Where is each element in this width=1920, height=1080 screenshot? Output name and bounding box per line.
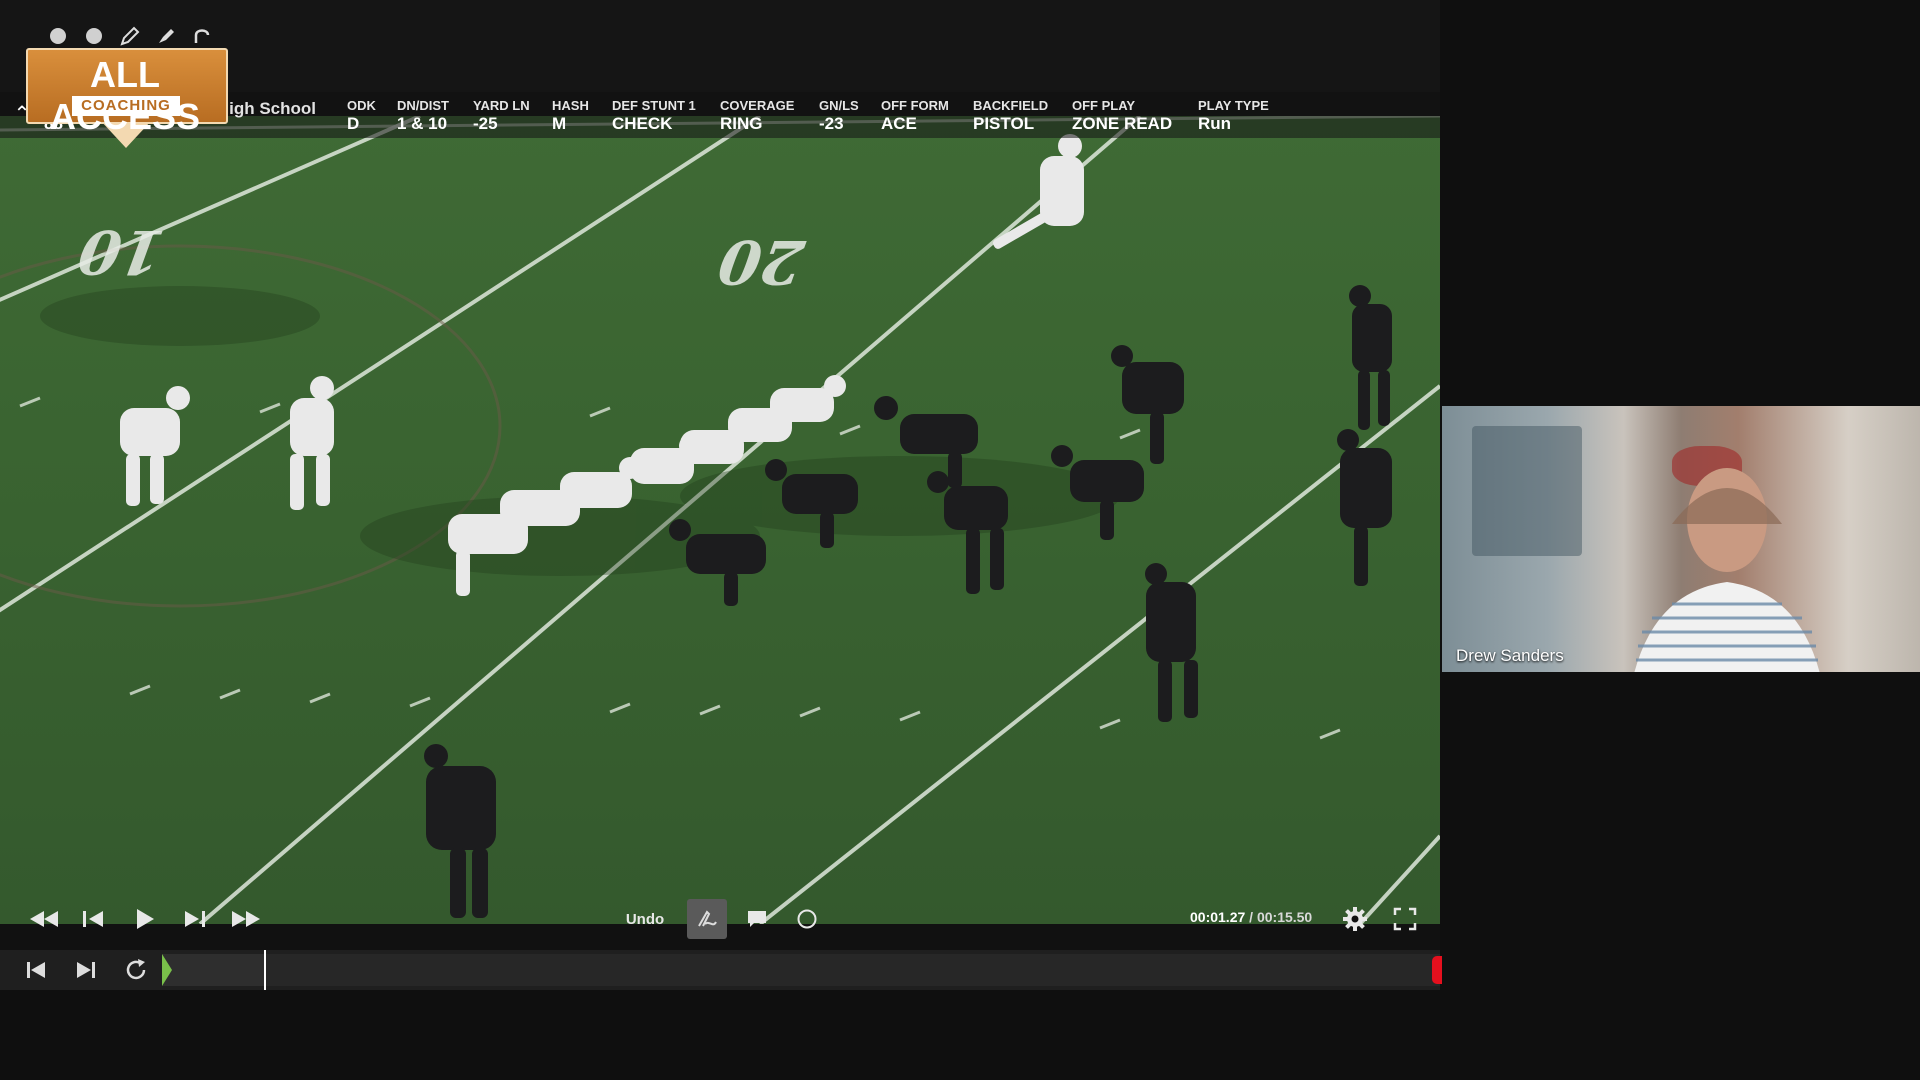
annotation-toolbar xyxy=(46,24,214,48)
play-info-header: ODK xyxy=(347,98,376,113)
fullscreen-icon[interactable] xyxy=(1390,904,1420,934)
play-info-value: M xyxy=(552,114,567,133)
play-info-header: BACKFIELD xyxy=(973,98,1049,113)
play-info-value: ZONE READ xyxy=(1072,114,1173,133)
play-info-col-gn-ls: GN/LS -23 xyxy=(819,98,859,134)
webcam-person xyxy=(1634,468,1820,672)
skip-to-start-icon[interactable] xyxy=(22,956,50,984)
gear-icon[interactable] xyxy=(1340,904,1370,934)
play-info-col-play-type: PLAY TYPE Run xyxy=(1198,98,1269,134)
timeline-start-marker[interactable] xyxy=(162,954,172,986)
logo-subtitle: COACHING xyxy=(72,96,180,116)
lasso-icon[interactable] xyxy=(190,24,214,48)
play-info-header: OFF FORM xyxy=(881,98,949,113)
play-info-col-def-stunt: DEF STUNT 1 CHECK xyxy=(612,98,696,134)
play-info-col-off-play: OFF PLAY ZONE READ xyxy=(1072,98,1172,134)
fast-forward-icon[interactable] xyxy=(228,904,264,934)
timeline-playhead[interactable] xyxy=(264,950,266,990)
time-display: 00:01.27 / 00:15.50 xyxy=(1190,909,1312,925)
play-info-value: ACE xyxy=(881,114,917,133)
play-info-header: OFF PLAY xyxy=(1072,98,1136,113)
time-separator: / xyxy=(1245,909,1257,925)
timeline-clip-segment[interactable] xyxy=(162,954,264,986)
play-info-col-coverage: COVERAGE RING xyxy=(720,98,794,134)
play-info-header: HASH xyxy=(552,98,589,113)
duration: 00:15.50 xyxy=(1256,909,1313,925)
step-forward-icon[interactable] xyxy=(180,904,210,934)
comment-icon[interactable] xyxy=(743,904,771,934)
participant-name: Drew Sanders xyxy=(1456,646,1564,665)
all-access-coaching-logo: ALL ACCESS COACHING xyxy=(26,48,228,152)
timeline-end-marker[interactable] xyxy=(1432,956,1442,984)
play-info-value: D xyxy=(347,114,360,133)
video-player: 10 20 ⌃ PL 88 Round Rock High School ODK… xyxy=(0,0,1442,990)
timeline-track[interactable] xyxy=(162,954,1440,986)
background-frame xyxy=(1472,426,1582,556)
play-info-header: GN/LS xyxy=(819,98,859,113)
rewind-icon[interactable] xyxy=(26,904,62,934)
play-info-value: 1 & 10 xyxy=(397,114,448,133)
play-info-value: RING xyxy=(720,114,763,133)
play-info-col-dn-dist: DN/DIST 1 & 10 xyxy=(397,98,449,134)
play-info-value: Run xyxy=(1198,114,1232,133)
play-info-header: PLAY TYPE xyxy=(1198,98,1269,113)
play-info-col-yard-ln: YARD LN -25 xyxy=(473,98,530,134)
play-info-col-odk: ODK D xyxy=(347,98,376,134)
pencil-icon[interactable] xyxy=(118,24,142,48)
circle-dot-icon[interactable] xyxy=(46,24,70,48)
play-info-header: DEF STUNT 1 xyxy=(612,98,696,113)
field-graphic xyxy=(0,116,1440,924)
play-info-value: PISTOL xyxy=(973,114,1035,133)
skip-to-end-icon[interactable] xyxy=(72,956,100,984)
current-time: 00:01.27 xyxy=(1190,909,1246,925)
timeline-bar xyxy=(0,950,1442,990)
play-icon[interactable] xyxy=(130,904,160,934)
play-info-col-hash: HASH M xyxy=(552,98,589,134)
circle-dot-icon[interactable] xyxy=(82,24,106,48)
freehand-draw-icon[interactable] xyxy=(687,899,727,939)
play-info-value: -25 xyxy=(473,114,498,133)
step-back-icon[interactable] xyxy=(78,904,108,934)
play-info-col-off-form: OFF FORM ACE xyxy=(881,98,949,134)
highlighter-icon[interactable] xyxy=(154,24,178,48)
play-info-col-backfield: BACKFIELD PISTOL xyxy=(973,98,1048,134)
play-info-value: -23 xyxy=(819,114,844,133)
webcam-video: Drew Sanders xyxy=(1442,406,1920,672)
play-info-value: CHECK xyxy=(612,114,673,133)
video-frame[interactable]: 10 20 xyxy=(0,116,1440,924)
play-info-header: COVERAGE xyxy=(720,98,795,113)
play-info-header: YARD LN xyxy=(473,98,530,113)
undo-button[interactable]: Undo xyxy=(620,904,670,934)
replay-icon[interactable] xyxy=(122,956,150,984)
circle-shape-icon[interactable] xyxy=(793,904,821,934)
play-info-header: DN/DIST xyxy=(397,98,449,113)
